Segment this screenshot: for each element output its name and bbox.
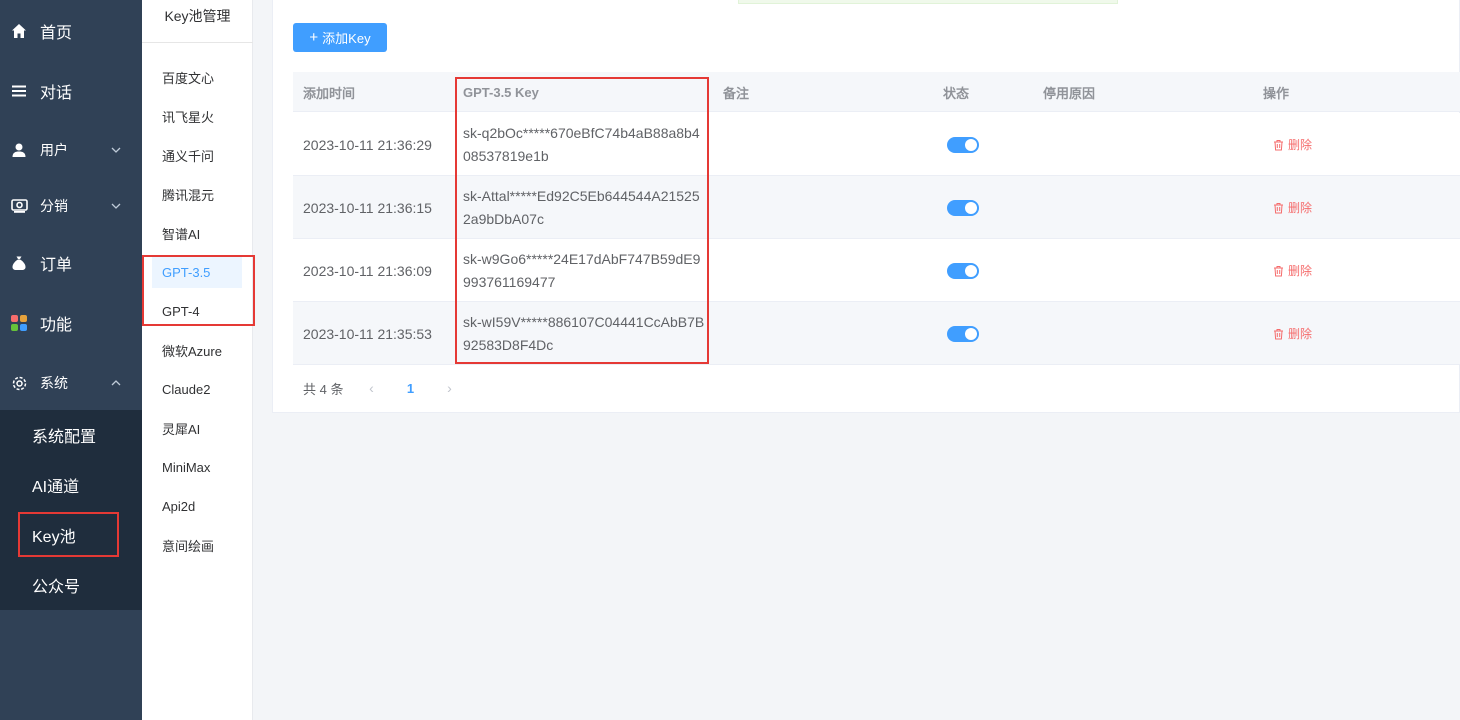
nav-item-user[interactable]: 用户	[0, 130, 142, 170]
header-disable-reason: 停用原因	[1043, 85, 1096, 101]
page-number-1[interactable]: 1	[381, 381, 439, 396]
provider-item-baidu[interactable]: 百度文心	[152, 61, 242, 93]
provider-item-lingxi[interactable]: 灵犀AI	[152, 412, 242, 444]
header-actions: 操作	[1263, 85, 1290, 101]
status-toggle[interactable]	[947, 136, 979, 153]
delete-label: 删除	[1288, 327, 1313, 341]
user-icon	[10, 141, 28, 159]
cell-add-time: 2023-10-11 21:36:15	[303, 199, 432, 216]
home-icon	[10, 22, 28, 40]
submenu-item-system-config[interactable]: 系统配置	[0, 410, 142, 460]
header-note: 备注	[723, 85, 750, 101]
chevron-down-icon	[110, 199, 122, 215]
table-row: 2023-10-11 21:36:15 sk-Attal*****Ed92C5E…	[293, 176, 1460, 239]
provider-item-yijian[interactable]: 意间绘画	[152, 529, 242, 561]
gear-icon	[10, 374, 28, 392]
trash-icon	[1274, 202, 1283, 213]
cell-key: sk-q2bOc*****670eBfC74b4aB88a8b408537819…	[463, 124, 700, 164]
delete-label: 删除	[1288, 264, 1313, 278]
nav-label: 首页	[40, 25, 73, 42]
add-key-button[interactable]: + 添加Key	[293, 23, 387, 52]
plus-icon: +	[309, 29, 319, 46]
status-toggle[interactable]	[947, 199, 979, 216]
status-toggle[interactable]	[947, 262, 979, 279]
add-key-label: 添加Key	[322, 31, 371, 46]
nav-label: 系统	[40, 375, 68, 391]
delete-button[interactable]: 删除	[1273, 325, 1312, 342]
nav-label: 对话	[40, 85, 73, 102]
provider-item-minimax[interactable]: MiniMax	[152, 451, 242, 483]
table-header: 添加时间 GPT-3.5 Key 备注 状态 停用原因 操作	[293, 72, 1460, 112]
provider-item-xunfei[interactable]: 讯飞星火	[152, 100, 242, 132]
cell-status	[947, 239, 979, 302]
trash-icon	[1274, 328, 1283, 339]
cell-add-time: 2023-10-11 21:36:09	[303, 262, 432, 279]
list-icon	[10, 82, 28, 100]
nav-label: 分销	[40, 198, 68, 214]
nav-label: 功能	[40, 317, 73, 334]
cell-actions: 删除	[1273, 239, 1312, 302]
delete-button[interactable]: 删除	[1273, 262, 1312, 279]
pagination: 共 4 条 ‹ 1 ›	[303, 378, 459, 398]
money-bag-icon	[10, 254, 28, 272]
nav-item-system[interactable]: 系统	[0, 363, 142, 403]
cell-add-time: 2023-10-11 21:35:53	[303, 325, 432, 342]
cell-status	[947, 176, 979, 239]
cell-actions: 删除	[1273, 113, 1312, 176]
distribution-icon	[10, 197, 28, 215]
cell-key: sk-Attal*****Ed92C5Eb644544A215252a9bDbA…	[463, 187, 700, 227]
provider-item-gpt35[interactable]: GPT-3.5	[152, 256, 242, 288]
provider-item-zhipu[interactable]: 智谱AI	[152, 217, 242, 249]
provider-item-api2d[interactable]: Api2d	[152, 490, 242, 522]
submenu-item-key-pool[interactable]: Key池	[0, 510, 142, 560]
trash-icon	[1274, 139, 1283, 150]
delete-label: 删除	[1288, 201, 1313, 215]
delete-label: 删除	[1288, 138, 1313, 152]
cell-actions: 删除	[1273, 302, 1312, 365]
nav-item-distribution[interactable]: 分销	[0, 186, 142, 226]
provider-item-tencent[interactable]: 腾讯混元	[152, 178, 242, 210]
cell-status	[947, 113, 979, 176]
nav-item-orders[interactable]: 订单	[0, 243, 142, 283]
header-add-time: 添加时间	[303, 85, 356, 101]
system-submenu: 系统配置 AI通道 Key池 公众号	[0, 410, 142, 610]
nav-item-home[interactable]: 首页	[0, 11, 142, 51]
delete-button[interactable]: 删除	[1273, 136, 1312, 153]
cell-status	[947, 302, 979, 365]
provider-item-tongyi[interactable]: 通义千问	[152, 139, 242, 171]
provider-item-claude2[interactable]: Claude2	[152, 373, 242, 405]
main-sidebar: 首页 对话 用户 分销 订单 功能 系统 系统配置 AI通道 Key池 公众号	[0, 0, 142, 720]
top-notice-bar	[738, 0, 1118, 4]
delete-button[interactable]: 删除	[1273, 199, 1312, 216]
apps-icon	[10, 314, 28, 332]
provider-item-gpt4[interactable]: GPT-4	[152, 295, 242, 327]
trash-icon	[1274, 265, 1283, 276]
prev-page-button[interactable]: ‹	[361, 380, 381, 396]
provider-item-azure[interactable]: 微软Azure	[152, 334, 242, 366]
header-gpt35-key: GPT-3.5 Key	[463, 84, 539, 100]
cell-actions: 删除	[1273, 176, 1312, 239]
submenu-item-ai-channel[interactable]: AI通道	[0, 460, 142, 510]
chevron-up-icon	[110, 376, 122, 392]
nav-label: 订单	[40, 257, 73, 274]
submenu-item-official-account[interactable]: 公众号	[0, 560, 142, 610]
cell-key: sk-wI59V*****886107C04441CcAbB7B92583D8F…	[463, 313, 705, 353]
nav-label: 用户	[40, 142, 68, 158]
nav-item-features[interactable]: 功能	[0, 303, 142, 343]
panel-title: Key池管理	[142, 0, 253, 43]
table-row: 2023-10-11 21:36:09 sk-w9Go6*****24E17dA…	[293, 239, 1460, 302]
status-toggle[interactable]	[947, 325, 979, 342]
table-row: 2023-10-11 21:35:53 sk-wI59V*****886107C…	[293, 302, 1460, 365]
chevron-down-icon	[110, 143, 122, 159]
key-pool-panel: Key池管理 百度文心 讯飞星火 通义千问 腾讯混元 智谱AI GPT-3.5 …	[142, 0, 253, 720]
table-row: 2023-10-11 21:36:29 sk-q2bOc*****670eBfC…	[293, 113, 1460, 176]
pagination-total: 共 4 条	[303, 381, 344, 397]
header-status: 状态	[943, 85, 970, 101]
cell-key: sk-w9Go6*****24E17dAbF747B59dE9993761169…	[463, 250, 701, 290]
cell-add-time: 2023-10-11 21:36:29	[303, 136, 432, 153]
nav-item-chat[interactable]: 对话	[0, 71, 142, 111]
next-page-button[interactable]: ›	[439, 380, 459, 396]
